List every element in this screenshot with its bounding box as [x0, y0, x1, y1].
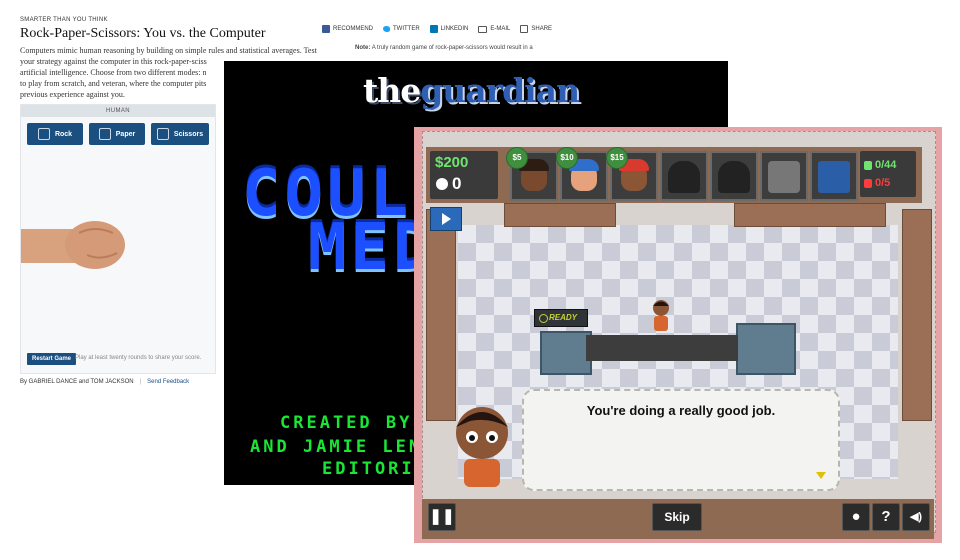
money-panel: $200 0 [430, 151, 498, 199]
grid-icon [818, 161, 850, 193]
byline-authors: By GABRIEL DANCE and TOM JACKSON [20, 379, 134, 385]
linkedin-link[interactable]: LINKEDIN [429, 25, 469, 33]
locked-slot [660, 151, 708, 201]
human-header: HUMAN [21, 105, 215, 117]
scissors-label: Scissors [173, 130, 204, 138]
factory-game-panel: $200 0 $5 $10 $15 0/44 0/5 READY You're … [414, 127, 942, 543]
continue-arrow-icon[interactable] [816, 472, 826, 479]
bad-count: 0/5 [864, 177, 890, 189]
share-label: SHARE [531, 26, 553, 32]
bad-count-value: 0/5 [875, 177, 891, 189]
guardian-logo: theguardian [363, 71, 580, 110]
sewing-machine [736, 323, 796, 375]
good-count: 0/44 [864, 159, 896, 171]
fist-image [21, 221, 125, 269]
ready-sign: READY [534, 309, 588, 327]
right-shelf [902, 209, 932, 421]
score-panel: 0/44 0/5 [860, 151, 916, 197]
twitter-link[interactable]: TWITTER [383, 25, 420, 33]
conveyor-belt [586, 335, 738, 361]
sewing-machine [540, 331, 592, 375]
recommend-link[interactable]: RECOMMEND [322, 25, 373, 33]
kicker: SMARTER THAN YOU THINK [20, 17, 108, 23]
left-shelf [426, 209, 456, 421]
good-count-value: 0/44 [875, 159, 897, 171]
time-count: 0 [452, 174, 462, 193]
credit-line-3: EDITORI [322, 459, 415, 479]
email-label: E-MAIL [490, 26, 511, 32]
skip-button[interactable]: Skip [652, 503, 702, 531]
price-badge: $15 [606, 147, 628, 169]
locked-silhouette [718, 161, 750, 193]
paper-label: Paper [115, 130, 136, 138]
byline: By GABRIEL DANCE and TOM JACKSON | Send Fe… [20, 379, 189, 385]
tool-slot[interactable] [760, 151, 808, 201]
play-icon[interactable] [430, 207, 462, 231]
logo-the: the [363, 71, 421, 110]
article-title: Rock-Paper-Scissors: You vs. the Compute… [20, 26, 266, 41]
paper-hand-icon [98, 128, 111, 140]
linkedin-icon [429, 25, 438, 33]
send-feedback-link[interactable]: Send Feedback [147, 379, 189, 385]
note-text: A truly random game of rock-paper-scisso… [371, 45, 533, 51]
worker-character [653, 300, 669, 331]
share-link[interactable]: SHARE [520, 25, 552, 33]
rock-button[interactable]: Rock [27, 123, 83, 145]
help-icon[interactable]: ? [872, 503, 900, 531]
price-badge: $5 [506, 147, 528, 169]
share-icon [520, 25, 529, 33]
top-shelf [504, 203, 616, 227]
rps-game-box: HUMAN Rock Paper Scissors Restart Game P… [20, 104, 216, 374]
email-icon [478, 25, 488, 33]
byline-separator: | [139, 379, 142, 385]
credit-line-2: AND JAMIE LEN [250, 437, 423, 457]
body-line: Computers mimic human reasoning by build… [20, 46, 317, 55]
scissors-hand-icon [156, 128, 169, 140]
restart-note: Play at least twenty rounds to share you… [75, 355, 202, 361]
credit-line-1: CREATED BY [280, 413, 413, 433]
top-shelf [734, 203, 886, 227]
note: Note: A truly random game of rock-paper-… [355, 45, 533, 51]
rock-hand-icon [37, 128, 50, 140]
note-label: Note: [355, 45, 371, 51]
pause-icon[interactable]: ❚❚ [428, 503, 456, 531]
share-toolbar: RECOMMEND TWITTER LINKEDIN E-MAIL SHARE [322, 25, 552, 33]
sound-icon[interactable]: ◀) [902, 503, 930, 531]
email-link[interactable]: E-MAIL [478, 25, 510, 33]
spools-icon [768, 161, 800, 193]
recommend-label: RECOMMEND [333, 26, 373, 32]
rock-label: Rock [54, 130, 73, 138]
price-badge: $10 [556, 147, 578, 169]
logo-guardian: guardian [420, 71, 580, 110]
speech-bubble[interactable]: You're doing a really good job. [522, 389, 840, 491]
thumbs-down-icon [864, 178, 872, 188]
paper-button[interactable]: Paper [89, 123, 145, 145]
clock-icon [436, 178, 448, 190]
locked-silhouette [668, 161, 700, 193]
speaker-character [456, 407, 508, 487]
twitter-label: TWITTER [393, 26, 420, 32]
money-amount: $200 [435, 154, 469, 171]
restart-game-button[interactable]: Restart Game [27, 353, 77, 365]
speech-text: You're doing a really good job. [586, 403, 776, 418]
linkedin-label: LINKEDIN [440, 26, 469, 32]
locked-slot [710, 151, 758, 201]
thumbs-up-icon [864, 160, 872, 170]
tool-slot[interactable] [810, 151, 858, 201]
scissors-button[interactable]: Scissors [151, 123, 209, 145]
user-icon[interactable]: ● [842, 503, 870, 531]
facebook-icon [322, 25, 330, 33]
twitter-icon [383, 26, 390, 32]
